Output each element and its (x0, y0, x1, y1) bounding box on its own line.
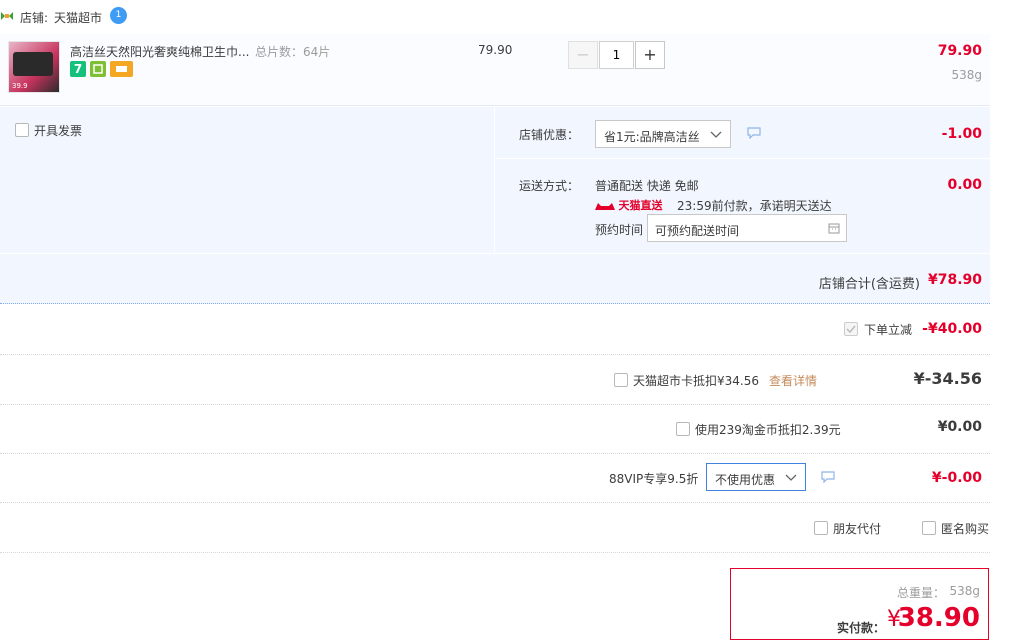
product-thumbnail[interactable]: 39.9 (8, 41, 60, 93)
chevron-down-icon (785, 474, 797, 481)
shipping-label: 运送方式： (519, 179, 580, 193)
shop-discount-label: 店铺优惠： (519, 128, 580, 142)
guarantee-icon[interactable] (90, 61, 106, 77)
instant-discount-label: 下单立减 (864, 323, 913, 337)
shipping-row: 运送方式： 普通配送 快递 免邮 天猫直送 23:59前付款，承诺明天送达 预约… (494, 160, 990, 252)
shop-options-panel: 开具发票 店铺优惠： 省1元:品牌高洁丝 -1.00 运送方式： 普通配送 快递… (0, 107, 990, 304)
vip-row: 88VIP专享9.5折 不使用优惠 ¥-0.00 (0, 454, 990, 503)
check-icon (846, 325, 856, 334)
message-icon[interactable] (821, 471, 835, 483)
tmall-card-row: 天猫超市卡抵扣¥34.56 查看详情 ¥-34.56 (0, 355, 990, 405)
shop-discount-amount: -1.00 (941, 126, 982, 142)
shop-label: 店铺: (20, 11, 49, 25)
quantity-input[interactable] (599, 41, 634, 69)
product-spec: 总片数：64片 (255, 45, 331, 59)
shipping-method: 普通配送 快递 免邮 (595, 179, 699, 193)
taojinbi-row: 使用239淘金币抵扣2.39元 ¥0.00 (0, 405, 990, 454)
item-row: 39.9 高洁丝天然阳光奢爽纯棉卫生巾... 总片数：64片 7 79.90 −… (0, 34, 990, 106)
tmall-card-label: 天猫超市卡抵扣¥34.56 (633, 374, 759, 388)
anonymous-label: 匿名购买 (941, 522, 990, 536)
unit-price: 79.90 (478, 43, 513, 57)
taojinbi-amount: ¥0.00 (937, 419, 982, 435)
seven-day-return-icon[interactable]: 7 (70, 61, 86, 77)
shop-total-row: 店铺合计(含运费) ¥78.90 (0, 253, 990, 303)
thumb-caption: 39.9 (12, 82, 28, 90)
item-weight: 538g (951, 68, 982, 82)
chat-badge: 1 (115, 10, 122, 20)
vip-label: 88VIP专享9.5折 (609, 472, 699, 486)
vip-select[interactable]: 不使用优惠 (706, 463, 806, 491)
pay-amount: 38.90 (897, 603, 980, 633)
total-weight: 538g (949, 584, 980, 598)
friend-pay-checkbox[interactable] (814, 521, 828, 535)
pay-options-row: 朋友代付 匿名购买 (0, 503, 990, 553)
message-icon[interactable] (747, 127, 761, 139)
item-total: 79.90 (937, 43, 982, 59)
shipping-promise: 23:59前付款，承诺明天送达 (677, 199, 832, 213)
tmall-cat-icon (595, 203, 615, 210)
increase-button[interactable]: + (635, 41, 665, 69)
shop-name[interactable]: 天猫超市 (54, 9, 102, 26)
payment-summary-box: 总重量： 538g 实付款： ¥ 38.90 (730, 568, 989, 640)
instant-discount-checkbox (844, 322, 858, 336)
quantity-stepper: − + (568, 41, 666, 69)
instant-discount-amount: -¥40.00 (922, 321, 982, 337)
invoice-label: 开具发票 (34, 124, 83, 138)
chevron-down-icon (710, 131, 722, 138)
taojinbi-label: 使用239淘金币抵扣2.39元 (695, 423, 841, 437)
shop-total-amount: ¥78.90 (927, 272, 982, 288)
invoice-checkbox[interactable] (15, 123, 29, 137)
tmall-shop-icon (0, 10, 14, 22)
taojinbi-checkbox[interactable] (676, 422, 690, 436)
pay-label: 实付款： (837, 621, 886, 635)
appoint-label: 预约时间 (595, 223, 644, 237)
shop-header: 店铺: 天猫超市 1 (0, 0, 1000, 34)
tmall-direct-badge: 天猫直送 (595, 197, 663, 213)
tmall-card-checkbox[interactable] (614, 373, 628, 387)
calendar-icon (828, 223, 840, 234)
tmall-card-amount: ¥-34.56 (913, 369, 982, 388)
anonymous-checkbox[interactable] (922, 521, 936, 535)
shop-discount-row: 店铺优惠： 省1元:品牌高洁丝 -1.00 (494, 107, 990, 159)
tmall-card-detail-link[interactable]: 查看详情 (769, 372, 817, 389)
friend-pay-label: 朋友代付 (833, 522, 882, 536)
shop-total-label: 店铺合计(含运费) (818, 277, 920, 292)
card-payment-icon[interactable] (110, 61, 133, 77)
total-weight-label: 总重量： (896, 586, 945, 600)
vip-amount: ¥-0.00 (931, 470, 982, 486)
chat-bubble-icon[interactable]: 1 (110, 7, 127, 24)
shipping-amount: 0.00 (947, 177, 982, 193)
appoint-time-input[interactable]: 可预约配送时间 (647, 214, 847, 242)
instant-discount-row: 下单立减 -¥40.00 (0, 305, 990, 355)
decrease-button[interactable]: − (568, 41, 598, 69)
shop-discount-select[interactable]: 省1元:品牌高洁丝 (595, 120, 731, 148)
product-title[interactable]: 高洁丝天然阳光奢爽纯棉卫生巾... (70, 43, 249, 60)
